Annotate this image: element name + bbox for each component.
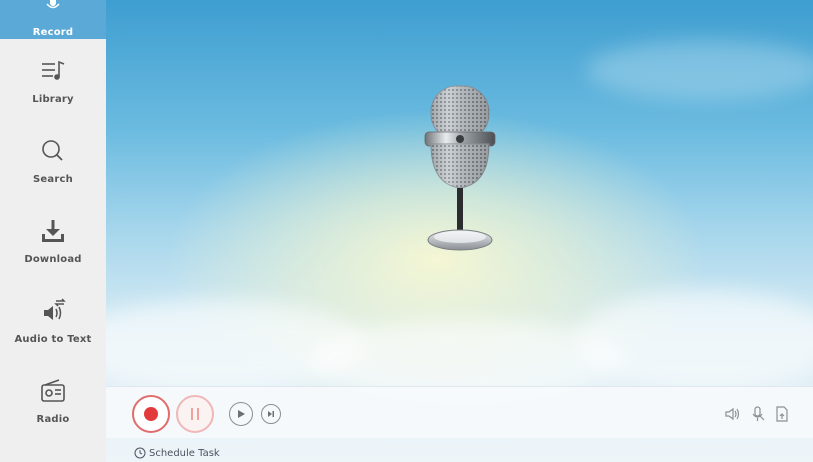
schedule-task-label: Schedule Task xyxy=(149,447,220,459)
sidebar-item-audio-to-text[interactable]: Audio to Text xyxy=(0,279,106,359)
music-list-icon xyxy=(36,54,70,88)
record-button[interactable] xyxy=(132,395,170,433)
mic-icon xyxy=(36,0,70,21)
sidebar-item-radio[interactable]: Radio xyxy=(0,359,106,439)
play-button[interactable] xyxy=(229,402,253,426)
mic-muted-icon xyxy=(752,406,765,421)
sidebar-item-label: Download xyxy=(24,253,82,265)
clock-icon xyxy=(134,447,146,459)
radio-icon xyxy=(36,374,70,408)
sidebar: Record Library Search Download Audio to … xyxy=(0,0,106,462)
record-icon xyxy=(144,407,158,421)
download-icon xyxy=(36,214,70,248)
sidebar-item-search[interactable]: Search xyxy=(0,119,106,199)
speaker-convert-icon xyxy=(36,294,70,328)
file-button[interactable] xyxy=(773,405,791,423)
cloud-decoration xyxy=(586,40,813,100)
sidebar-item-record[interactable]: Record xyxy=(0,0,106,39)
sidebar-item-label: Audio to Text xyxy=(14,333,92,345)
mic-button[interactable] xyxy=(749,405,767,423)
sidebar-item-download[interactable]: Download xyxy=(0,199,106,279)
sidebar-item-label: Radio xyxy=(36,413,70,425)
pause-button[interactable] xyxy=(176,395,214,433)
search-icon xyxy=(36,134,70,168)
play-icon xyxy=(238,410,245,418)
sidebar-item-label: Library xyxy=(32,93,74,105)
skip-next-button[interactable] xyxy=(261,404,281,424)
sidebar-item-label: Record xyxy=(32,26,74,38)
sidebar-item-library[interactable]: Library xyxy=(0,39,106,119)
schedule-task-link[interactable]: Schedule Task xyxy=(134,445,220,461)
sidebar-item-label: Search xyxy=(33,173,73,185)
microphone-icon xyxy=(424,85,496,251)
playback-controls xyxy=(106,386,813,438)
file-icon xyxy=(776,406,788,422)
speaker-button[interactable] xyxy=(724,405,742,423)
pause-icon xyxy=(191,408,199,420)
skip-next-icon xyxy=(268,411,274,417)
speaker-icon xyxy=(725,407,740,421)
